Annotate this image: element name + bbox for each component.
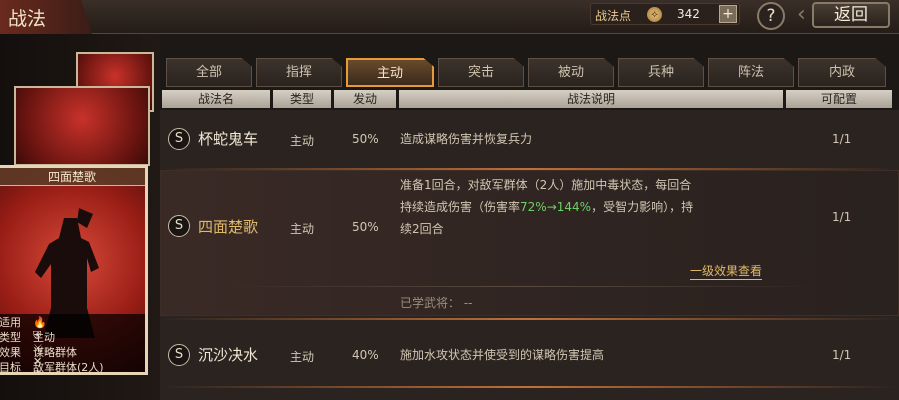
- damage-rate-highlight: 72%→144%: [520, 200, 592, 214]
- skill-name: 杯蛇鬼车: [198, 130, 259, 148]
- info-key: 类型: [0, 331, 21, 344]
- description-text: 持续造成伤害（伤害率: [400, 200, 521, 214]
- learned-generals: 已学武将： --: [400, 296, 473, 310]
- selected-skill-card[interactable]: 四面楚歌 适用 🔥 ⛨ ⚔ ✕ ✱ 类型 主动 效果 谋略群体 目标 敌军群体(…: [0, 165, 148, 375]
- info-value: 敌军群体(2人): [33, 361, 104, 374]
- row-divider: [160, 318, 899, 320]
- description-line: 持续造成伤害（伤害率72%→144%，受智力影响），持: [400, 196, 800, 218]
- skill-row[interactable]: S 沉沙决水 主动 40% 施加水攻状态并使受到的谋略伤害提高 1/1: [160, 322, 899, 382]
- tab-assault[interactable]: 突击: [438, 58, 524, 87]
- skill-card-thumbnail[interactable]: [14, 86, 150, 166]
- tab-command[interactable]: 指挥: [256, 58, 342, 87]
- divider: [220, 286, 820, 287]
- page-title: 战法: [0, 0, 92, 34]
- level-one-effect-link[interactable]: 一级效果查看: [690, 262, 763, 280]
- info-value: 谋略群体: [33, 346, 77, 359]
- skill-row[interactable]: S 杯蛇鬼车 主动 50% 造成谋略伤害并恢复兵力 1/1: [160, 112, 899, 166]
- tab-internal[interactable]: 内政: [798, 58, 886, 87]
- skill-type: 主动: [290, 222, 315, 236]
- skill-row-expanded[interactable]: S 四面楚歌 主动 50% 准备1回合，对敌军群体（2人）施加中毒状态，每回合 …: [160, 170, 899, 316]
- add-points-button[interactable]: +: [719, 5, 737, 23]
- skill-rate: 40%: [352, 348, 379, 362]
- tab-passive[interactable]: 被动: [528, 58, 614, 87]
- skill-type: 主动: [290, 350, 315, 364]
- top-bar: 战法 战法点 ⟡ 342 + ? ‹ 返回: [0, 0, 899, 34]
- rank-badge: S: [168, 128, 190, 150]
- skill-description: 造成谋略伤害并恢复兵力: [400, 132, 533, 146]
- info-key: 适用: [0, 316, 21, 329]
- tab-troop[interactable]: 兵种: [618, 58, 704, 87]
- column-header-type[interactable]: 类型: [273, 90, 331, 108]
- skill-points-display: 战法点 ⟡ 342 +: [590, 3, 740, 25]
- info-value: 主动: [33, 331, 55, 344]
- tab-active[interactable]: 主动: [346, 58, 434, 87]
- description-line: 准备1回合，对敌军群体（2人）施加中毒状态，每回合: [400, 178, 692, 192]
- skill-type: 主动: [290, 134, 315, 148]
- skill-point-icon: ⟡: [647, 7, 662, 22]
- skill-rate: 50%: [352, 220, 379, 234]
- column-header-rate[interactable]: 发动: [334, 90, 396, 108]
- chevron-left-icon: ‹: [797, 2, 806, 27]
- info-key: 目标: [0, 361, 21, 374]
- row-divider: [160, 386, 899, 388]
- skill-description: 准备1回合，对敌军群体（2人）施加中毒状态，每回合 持续造成伤害（伤害率72%→…: [400, 174, 800, 240]
- skill-name: 沉沙决水: [198, 346, 259, 364]
- rank-badge: S: [168, 215, 190, 237]
- skill-points-value: 342: [677, 7, 700, 21]
- back-button[interactable]: 返回: [812, 2, 890, 28]
- description-line: 续2回合: [400, 222, 444, 236]
- skill-config: 1/1: [832, 210, 852, 224]
- skill-rate: 50%: [352, 132, 379, 146]
- skill-config: 1/1: [832, 132, 852, 146]
- card-title: 四面楚歌: [0, 168, 145, 186]
- skill-config: 1/1: [832, 348, 852, 362]
- column-header-name[interactable]: 战法名: [162, 90, 270, 108]
- rank-badge: S: [168, 344, 190, 366]
- info-key: 效果: [0, 346, 21, 359]
- column-header-config[interactable]: 可配置: [786, 90, 892, 108]
- help-button[interactable]: ?: [757, 2, 785, 30]
- description-text: ，受智力影响），持: [591, 200, 694, 214]
- skill-points-label: 战法点: [595, 9, 632, 23]
- tab-formation[interactable]: 阵法: [708, 58, 794, 87]
- card-info-panel: 适用 🔥 ⛨ ⚔ ✕ ✱ 类型 主动 效果 谋略群体 目标 敌军群体(2人): [0, 314, 145, 374]
- tab-all[interactable]: 全部: [166, 58, 252, 87]
- column-header-description: 战法说明: [399, 90, 783, 108]
- skill-description: 施加水攻状态并使受到的谋略伤害提高: [400, 348, 605, 362]
- skill-name: 四面楚歌: [198, 218, 259, 236]
